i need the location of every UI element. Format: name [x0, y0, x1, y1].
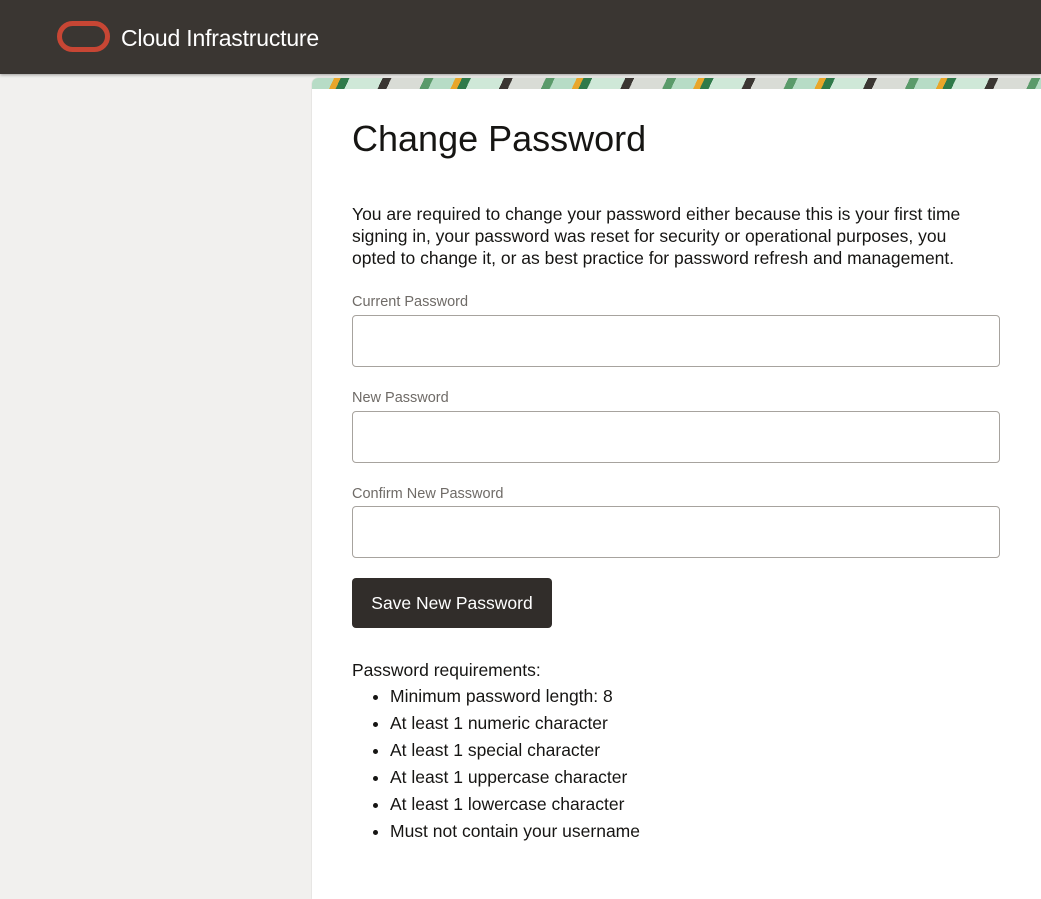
- intro-text: You are required to change your password…: [352, 204, 961, 268]
- requirement-item: At least 1 uppercase character: [390, 764, 640, 791]
- requirement-item: At least 1 special character: [390, 737, 640, 764]
- brand-name[interactable]: Cloud Infrastructure: [121, 24, 319, 52]
- change-password-card: Change Password You are required to chan…: [312, 78, 1041, 899]
- page-title: Change Password: [352, 118, 647, 159]
- requirement-item: Must not contain your username: [390, 818, 640, 845]
- requirement-item: Minimum password length: 8: [390, 683, 640, 710]
- current-password-input[interactable]: [352, 315, 1000, 367]
- current-password-label: Current Password: [352, 294, 469, 310]
- save-new-password-button[interactable]: Save New Password: [352, 578, 552, 628]
- oracle-logo-icon[interactable]: [57, 21, 110, 52]
- new-password-label: New Password: [352, 390, 449, 406]
- confirm-password-input[interactable]: [352, 506, 1000, 558]
- requirement-item: At least 1 lowercase character: [390, 791, 640, 818]
- requirements-list: Minimum password length: 8 At least 1 nu…: [352, 683, 640, 845]
- requirement-item: At least 1 numeric character: [390, 710, 640, 737]
- new-password-input[interactable]: [352, 411, 1000, 463]
- confirm-password-label: Confirm New Password: [352, 486, 504, 502]
- top-bar: Cloud Infrastructure: [0, 0, 1041, 74]
- decorative-banner: [312, 78, 1041, 89]
- requirements-title: Password requirements:: [352, 660, 541, 680]
